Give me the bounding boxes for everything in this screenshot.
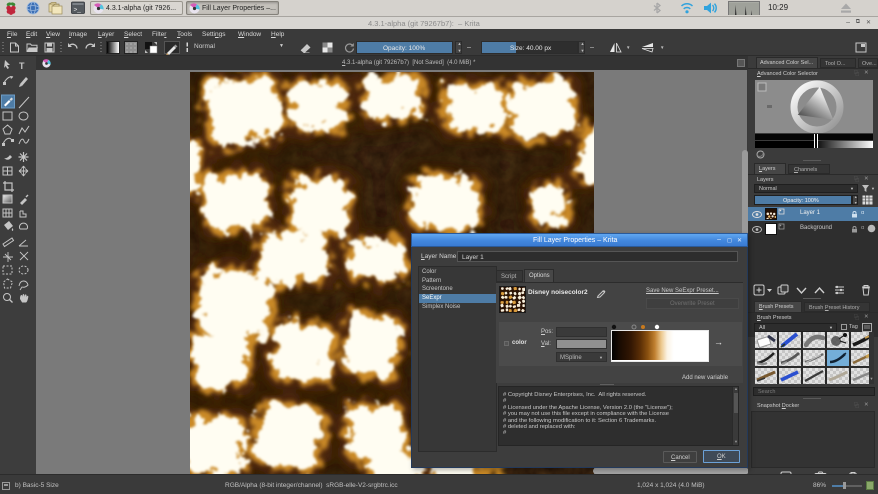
svg-text:>_: >_ [74, 7, 82, 14]
svg-text:T: T [19, 61, 25, 71]
